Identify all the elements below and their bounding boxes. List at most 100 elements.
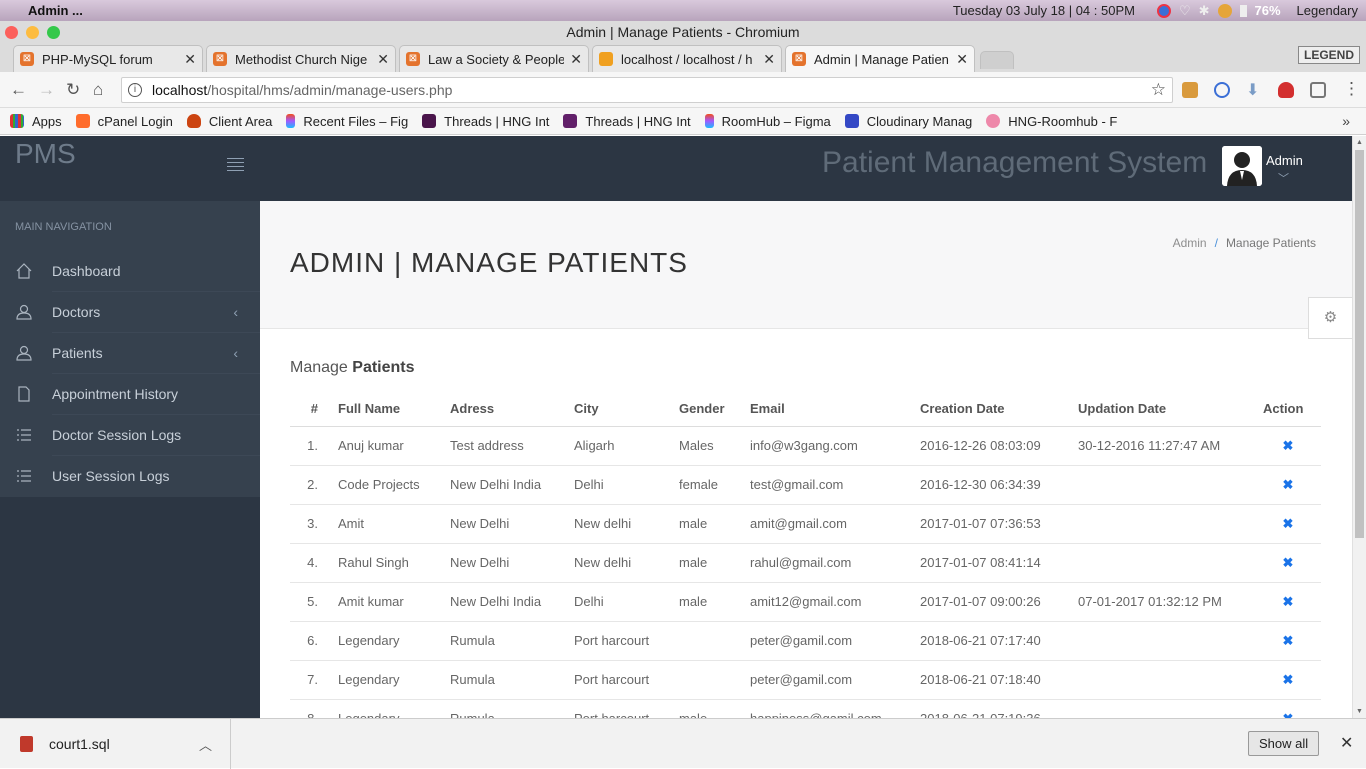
- table-cell: Port harcourt: [566, 621, 671, 661]
- forward-arrow-icon[interactable]: →: [38, 80, 55, 100]
- info-icon[interactable]: i: [128, 83, 142, 97]
- clock[interactable]: Tuesday 03 July 18 | 04 : 50PM: [953, 3, 1135, 18]
- breadcrumb-root[interactable]: Admin: [1173, 236, 1207, 250]
- table-cell: 3.: [290, 504, 330, 544]
- delete-icon[interactable]: ✖: [1255, 543, 1321, 583]
- sidebar-item-patients[interactable]: Patients ‹: [0, 333, 260, 374]
- delete-icon[interactable]: ✖: [1255, 699, 1321, 718]
- settings-gear-icon[interactable]: ⚙: [1308, 297, 1352, 339]
- show-all-button[interactable]: Show all: [1248, 731, 1320, 756]
- sidebar: MAIN NAVIGATION Dashboard Doctors ‹ Pati…: [0, 201, 260, 718]
- bookmarks-overflow-icon[interactable]: »: [1342, 113, 1350, 129]
- download-extension-icon[interactable]: ⬇: [1246, 80, 1262, 99]
- table-cell: Legendary: [330, 699, 442, 718]
- tab-phpmyadmin[interactable]: localhost / localhost / h ✕: [592, 45, 782, 72]
- scroll-down-arrow-icon[interactable]: ▼: [1356, 708, 1363, 715]
- bookmark-client-area[interactable]: Client Area: [186, 114, 272, 129]
- sidebar-item-user-session-logs[interactable]: User Session Logs: [0, 456, 260, 497]
- breadcrumb: Admin / Manage Patients: [1173, 236, 1316, 250]
- table-cell: Amit: [330, 504, 442, 544]
- user-icon: [16, 345, 32, 361]
- table-row: 4. Rahul Singh New Delhi New delhi male rahul…: [290, 543, 1321, 583]
- cpanel-icon: [75, 114, 90, 128]
- delete-icon[interactable]: ✖: [1255, 621, 1321, 661]
- minimize-window-button[interactable]: [26, 26, 39, 39]
- table-cell: 2018-06-21 07:19:36: [912, 699, 1070, 718]
- os-user[interactable]: Legendary: [1297, 3, 1358, 18]
- table-cell: happiness@gamil.com: [742, 699, 912, 718]
- table-row: 2. Code Projects New Delhi India Delhi femal…: [290, 465, 1321, 505]
- bookmark-hng-roomhub[interactable]: HNG-Roomhub - F: [986, 114, 1117, 129]
- bookmark-star-icon[interactable]: ☆: [1151, 80, 1166, 100]
- home-icon: [16, 263, 32, 279]
- tab-close-icon[interactable]: ✕: [377, 51, 389, 68]
- tab-close-icon[interactable]: ✕: [763, 51, 775, 68]
- sidebar-item-doctors[interactable]: Doctors ‹: [0, 292, 260, 333]
- table-cell: 2016-12-30 06:34:39: [912, 465, 1070, 505]
- play-status-icon[interactable]: [1217, 3, 1232, 18]
- delete-icon[interactable]: ✖: [1255, 465, 1321, 505]
- bookmark-apps[interactable]: Apps: [10, 114, 62, 129]
- table-cell: test@gmail.com: [742, 465, 912, 505]
- bookmark-recent-files[interactable]: Recent Files – Fig: [286, 114, 408, 129]
- close-window-button[interactable]: [5, 26, 18, 39]
- tab-close-icon[interactable]: ✕: [184, 51, 196, 68]
- bookmark-threads-2[interactable]: Threads | HNG Int: [563, 114, 691, 129]
- column-header: Adress: [442, 391, 566, 427]
- delete-icon[interactable]: ✖: [1255, 660, 1321, 700]
- bookmark-roomhub-figma[interactable]: RoomHub – Figma: [704, 114, 831, 129]
- tab-php-mysql-forum[interactable]: ⊠ PHP-MySQL forum ✕: [13, 45, 203, 72]
- hamburger-menu-icon[interactable]: [227, 158, 244, 172]
- chevron-down-icon[interactable]: ﹀: [1278, 170, 1289, 186]
- url-input[interactable]: i localhost/hospital/hms/admin/manage-us…: [121, 77, 1173, 103]
- sidebar-item-dashboard[interactable]: Dashboard: [0, 251, 260, 292]
- extension-icon-1[interactable]: [1182, 82, 1198, 98]
- close-icon[interactable]: ✕: [1340, 733, 1353, 753]
- tab-close-icon[interactable]: ✕: [956, 51, 968, 68]
- chevron-up-icon[interactable]: ︿: [199, 735, 212, 754]
- table-cell: 2018-06-21 07:17:40: [912, 621, 1070, 661]
- scroll-up-arrow-icon[interactable]: ▲: [1356, 139, 1363, 146]
- shield-extension-icon[interactable]: [1278, 82, 1294, 98]
- bookmark-cloudinary[interactable]: Cloudinary Manag: [844, 114, 972, 129]
- list-icon: [17, 429, 31, 441]
- table-cell: 07-01-2017 01:32:12 PM: [1070, 582, 1255, 622]
- delete-icon[interactable]: ✖: [1255, 504, 1321, 544]
- profile-badge[interactable]: LEGEND: [1297, 46, 1360, 64]
- tab-law-society[interactable]: ⊠ Law a Society & People ✕: [399, 45, 589, 72]
- user-name[interactable]: Admin: [1266, 153, 1303, 168]
- table-cell: New Delhi India: [442, 582, 566, 622]
- table-cell: 2017-01-07 09:00:26: [912, 582, 1070, 622]
- sidebar-item-appointment-history[interactable]: Appointment History: [0, 374, 260, 415]
- active-app-name[interactable]: Admin ...: [28, 3, 83, 18]
- tab-close-icon[interactable]: ✕: [570, 51, 582, 68]
- scrollbar-thumb[interactable]: [1355, 150, 1364, 538]
- delete-icon[interactable]: ✖: [1255, 426, 1321, 466]
- figma-icon: [704, 114, 714, 128]
- table-cell: amit@gmail.com: [742, 504, 912, 544]
- maximize-window-button[interactable]: [47, 26, 60, 39]
- column-header: Creation Date: [912, 391, 1070, 427]
- new-tab-button[interactable]: [980, 51, 1014, 69]
- menu-kebab-icon[interactable]: ⋮: [1343, 79, 1360, 99]
- gear-status-icon[interactable]: ✱: [1199, 3, 1210, 19]
- home-icon[interactable]: ⌂: [93, 80, 103, 100]
- download-item[interactable]: court1.sql ︿: [0, 719, 231, 769]
- extension-icon-2[interactable]: [1214, 82, 1230, 98]
- chromium-status-icon[interactable]: [1156, 3, 1171, 18]
- heart-icon[interactable]: ♡: [1179, 3, 1191, 19]
- app-logo[interactable]: PMS: [15, 138, 76, 170]
- back-arrow-icon[interactable]: ←: [10, 80, 27, 100]
- extension-icon-5[interactable]: [1310, 82, 1326, 98]
- bookmark-threads-1[interactable]: Threads | HNG Int: [422, 114, 549, 129]
- tab-methodist-church[interactable]: ⊠ Methodist Church Nige ✕: [206, 45, 396, 72]
- window-title: Admin | Manage Patients - Chromium: [566, 24, 800, 40]
- bookmark-cpanel[interactable]: cPanel Login: [75, 114, 173, 129]
- xampp-icon: ⊠: [406, 52, 420, 66]
- delete-icon[interactable]: ✖: [1255, 582, 1321, 622]
- reload-icon[interactable]: ↻: [66, 80, 80, 100]
- tab-manage-patients[interactable]: ⊠ Admin | Manage Patien ✕: [785, 45, 975, 72]
- vertical-scrollbar[interactable]: ▲ ▼: [1352, 136, 1366, 718]
- avatar[interactable]: [1222, 146, 1262, 186]
- sidebar-item-doctor-session-logs[interactable]: Doctor Session Logs: [0, 415, 260, 456]
